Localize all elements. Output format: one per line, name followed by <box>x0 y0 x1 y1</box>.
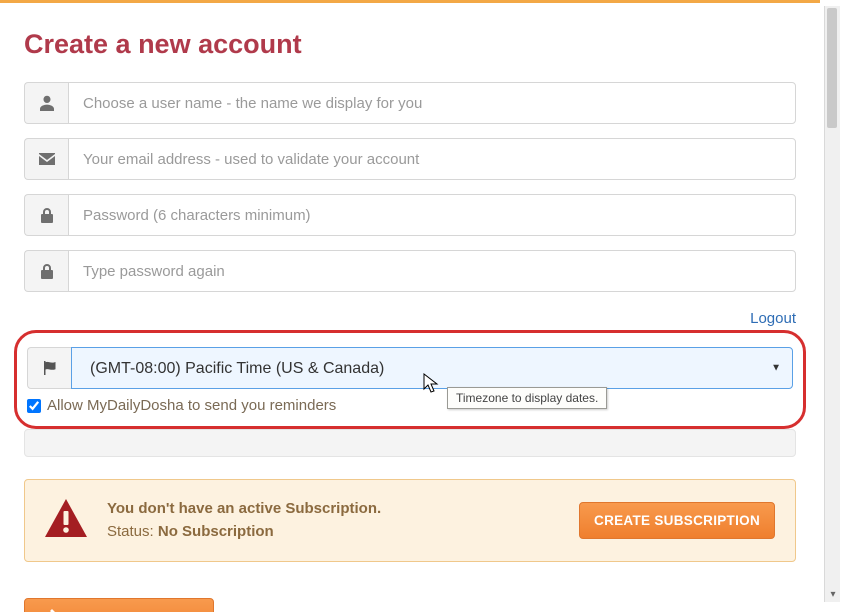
spacer-panel <box>24 429 796 457</box>
timezone-select[interactable]: (GMT-08:00) Pacific Time (US & Canada) <box>71 347 793 389</box>
alert-status-value: No Subscription <box>158 523 274 540</box>
subscription-alert: You don't have an active Subscription. S… <box>24 479 796 562</box>
timezone-tooltip: Timezone to display dates. <box>447 387 607 409</box>
warning-icon <box>45 499 87 542</box>
lock-icon <box>24 250 68 292</box>
username-input[interactable] <box>68 82 796 124</box>
scroll-down-icon[interactable]: ▾ <box>825 586 841 602</box>
scrollbar[interactable]: ▾ <box>824 6 840 602</box>
timezone-group: (GMT-08:00) Pacific Time (US & Canada) ▼ <box>27 347 793 389</box>
reminders-row: Allow MyDailyDosha to send you reminders <box>27 397 793 414</box>
logout-row: Logout <box>24 310 796 328</box>
password-confirm-input[interactable] <box>68 250 796 292</box>
reminders-label: Allow MyDailyDosha to send you reminders <box>47 397 336 414</box>
page-container: Create a new account Logout <box>0 0 820 604</box>
alert-text: You don't have an active Subscription. S… <box>107 498 559 543</box>
email-group <box>24 138 796 180</box>
create-account-button[interactable]: CREATE ACCOUNT <box>24 598 214 612</box>
user-icon <box>24 82 68 124</box>
flag-icon <box>27 347 71 389</box>
password-group <box>24 194 796 236</box>
alert-headline: You don't have an active Subscription. <box>107 498 559 521</box>
timezone-highlight: (GMT-08:00) Pacific Time (US & Canada) ▼… <box>14 330 806 429</box>
password-confirm-group <box>24 250 796 292</box>
alert-status-label: Status: <box>107 523 158 540</box>
password-input[interactable] <box>68 194 796 236</box>
create-subscription-label: CREATE SUBSCRIPTION <box>594 513 760 528</box>
scrollbar-thumb[interactable] <box>827 8 837 128</box>
reminders-checkbox[interactable] <box>27 399 41 413</box>
page-title: Create a new account <box>24 29 796 60</box>
email-input[interactable] <box>68 138 796 180</box>
envelope-icon <box>24 138 68 180</box>
create-subscription-button[interactable]: CREATE SUBSCRIPTION <box>579 502 775 539</box>
username-group <box>24 82 796 124</box>
lock-icon <box>24 194 68 236</box>
logout-link[interactable]: Logout <box>750 310 796 327</box>
